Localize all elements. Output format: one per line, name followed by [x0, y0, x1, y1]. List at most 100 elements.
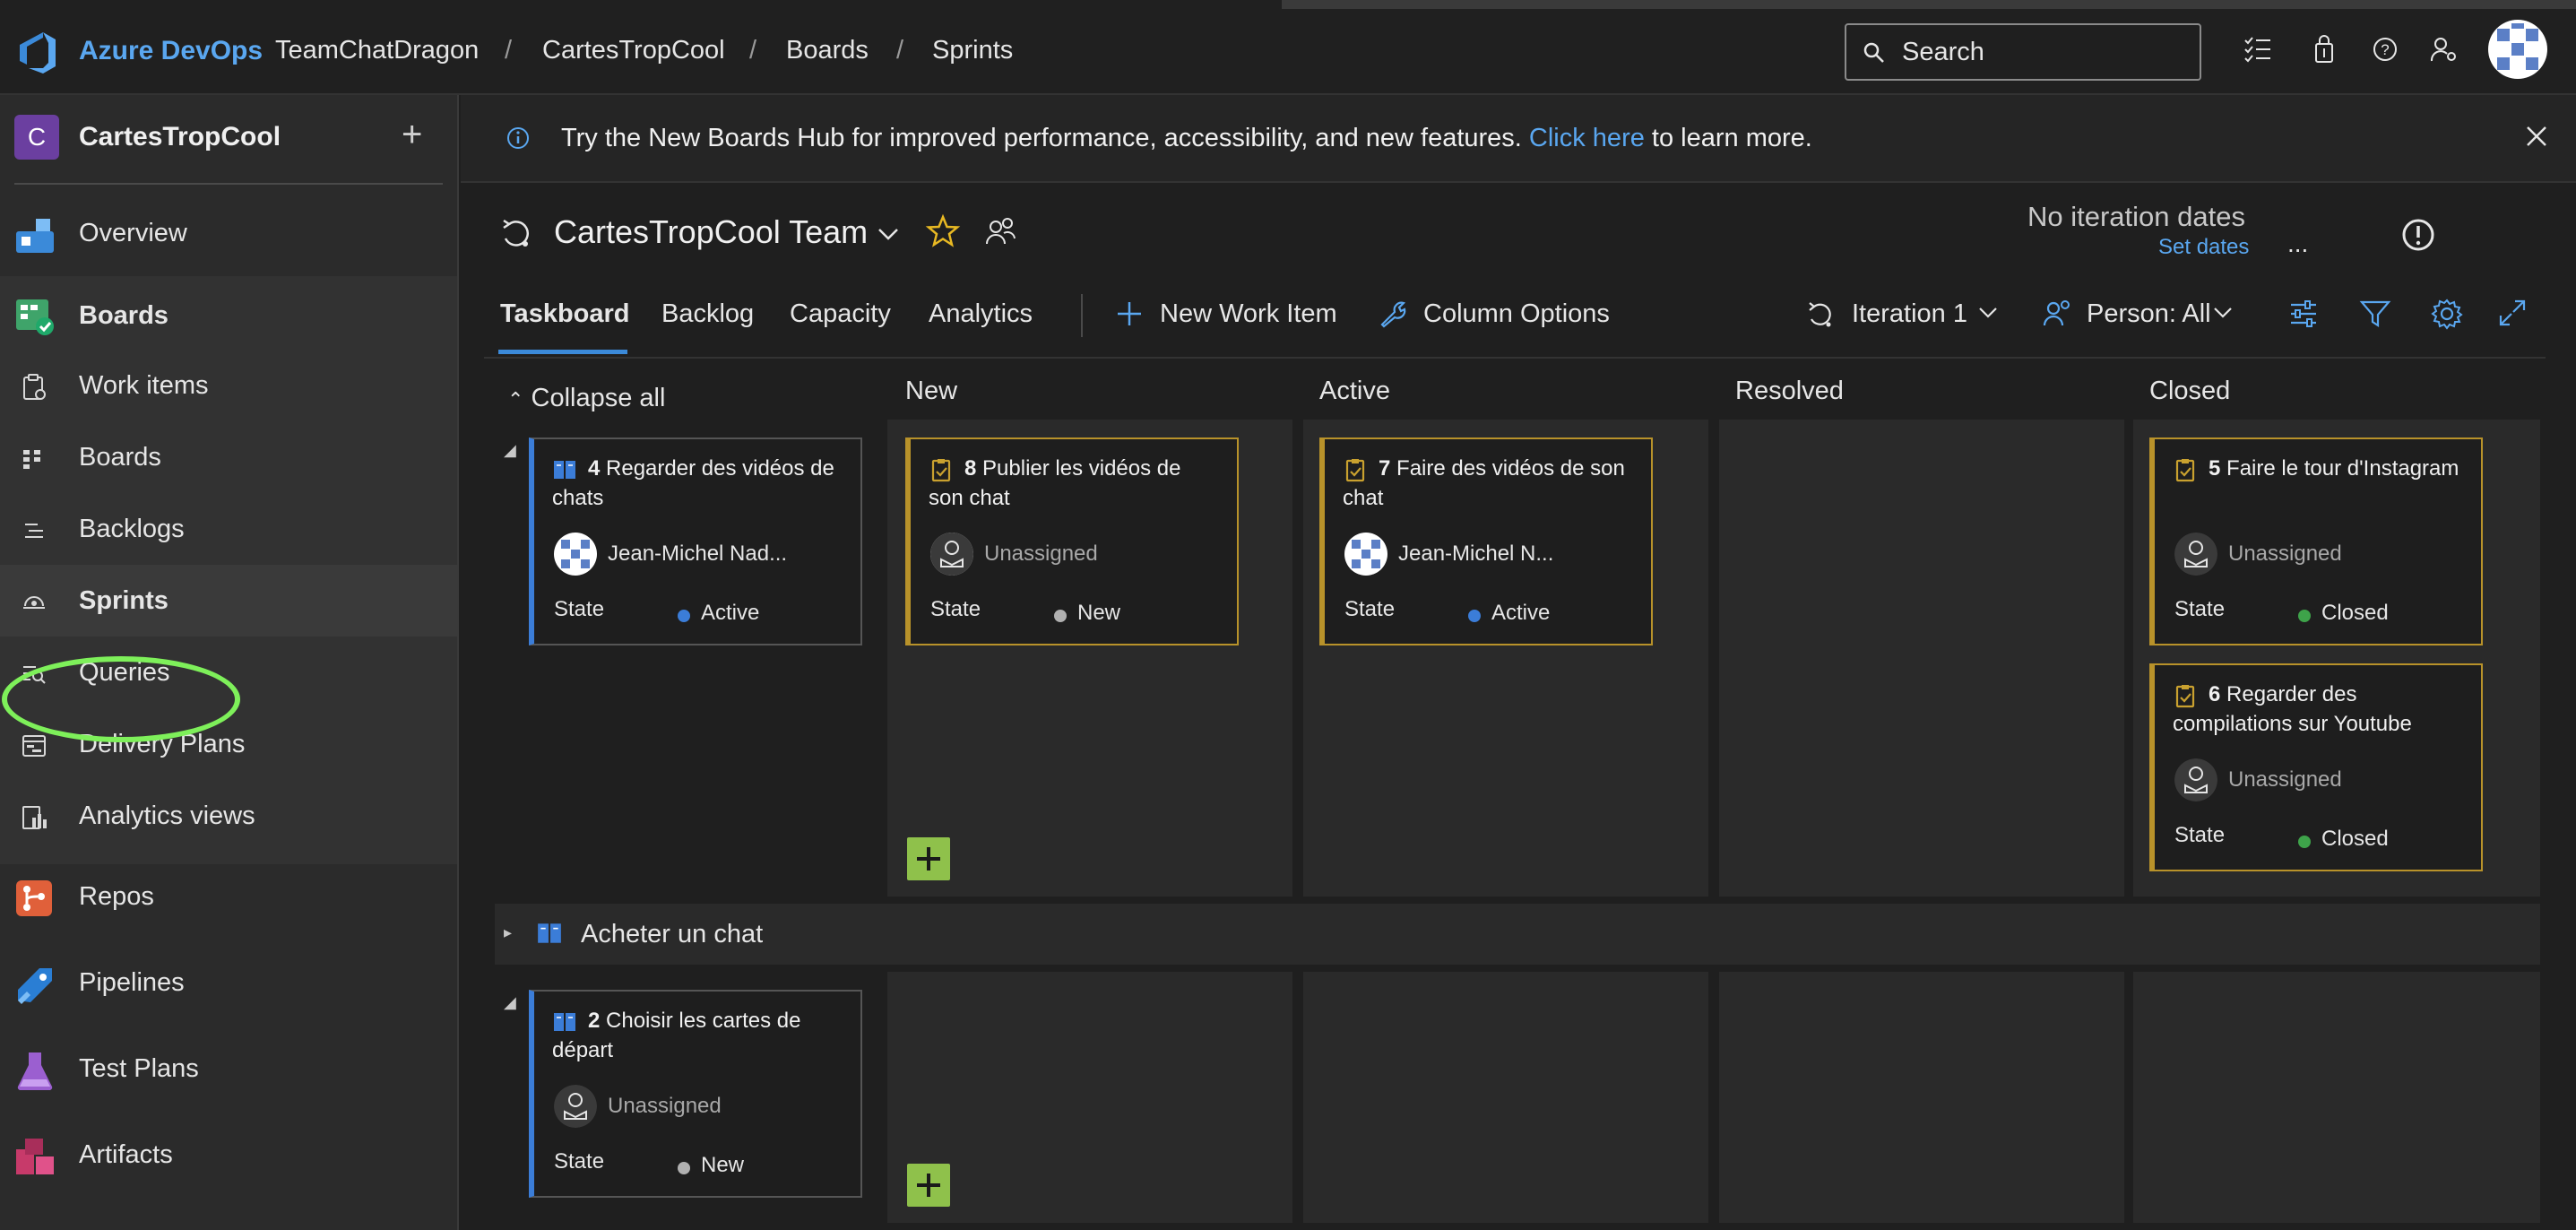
tab-analytics[interactable]: Analytics	[929, 299, 1033, 329]
help-icon[interactable]: ?	[2370, 34, 2400, 65]
unassigned-avatar-icon	[2174, 758, 2217, 801]
boards-sub-icon	[23, 450, 40, 469]
sidebar-item-queries[interactable]: Queries	[0, 637, 457, 708]
card-title[interactable]: 5 Faire le tour d'Instagram	[2173, 454, 2459, 483]
work-item-card[interactable]: 2 Choisir les cartes de départ Unassigne…	[529, 990, 862, 1198]
iteration-icon	[503, 219, 529, 247]
card-title[interactable]: 2 Choisir les cartes de départ	[552, 1006, 839, 1065]
divider	[484, 357, 2546, 359]
checklist-icon[interactable]	[2243, 34, 2273, 65]
close-icon[interactable]	[2524, 124, 2549, 149]
chevron-down-icon[interactable]	[1977, 305, 1999, 321]
card-state-label: State	[1344, 597, 1396, 621]
sidebar-item-label: Pipelines	[79, 968, 185, 997]
person-filter[interactable]: Person: All	[2087, 299, 2211, 329]
work-items-icon	[23, 374, 46, 400]
card-state-value[interactable]: Active	[1491, 601, 1550, 626]
sidebar-item-label: Artifacts	[79, 1140, 173, 1169]
sidebar-item-artifacts[interactable]: Artifacts	[0, 1119, 457, 1191]
project-name[interactable]: CartesTropCool	[79, 122, 281, 152]
set-dates-link[interactable]: Set dates	[2158, 235, 2249, 260]
card-state-value[interactable]: Closed	[2321, 827, 2389, 852]
card-assignee[interactable]: Jean-Michel Nad...	[608, 541, 787, 567]
project-badge[interactable]: C	[14, 115, 59, 160]
sidebar-item-work-items[interactable]: Work items	[0, 350, 457, 421]
board-cell	[1303, 972, 1708, 1223]
card-title[interactable]: 7 Faire des vidéos de son chat	[1343, 454, 1629, 513]
sidebar-item-sprints[interactable]: Sprints	[0, 565, 457, 637]
collapse-all-button[interactable]: ⌃ Collapse all	[507, 384, 665, 413]
sidebar-item-backlogs[interactable]: Backlogs	[0, 493, 457, 565]
shopping-bag-icon[interactable]	[2309, 34, 2339, 65]
sidebar-item-overview[interactable]: Overview	[0, 197, 457, 269]
breadcrumb-boards[interactable]: Boards	[786, 36, 869, 65]
breadcrumb-sprints[interactable]: Sprints	[932, 36, 1013, 65]
add-project-button[interactable]: +	[402, 115, 422, 155]
user-settings-icon[interactable]	[2429, 34, 2459, 65]
state-dot-closed	[2298, 836, 2311, 848]
work-item-card[interactable]: 6 Regarder des compilations sur Youtube …	[2149, 663, 2483, 871]
card-state-value[interactable]: Active	[701, 601, 759, 626]
sidebar-item-label: Work items	[79, 371, 209, 400]
sidebar-item-pipelines[interactable]: Pipelines	[0, 947, 457, 1018]
row-collapse-toggle[interactable]: ◢	[504, 993, 516, 1012]
team-name[interactable]: CartesTropCool Team	[554, 213, 868, 251]
divider	[14, 183, 443, 185]
collapsed-backlog-row[interactable]: ▸ Acheter un chat	[495, 904, 2540, 965]
search-input[interactable]	[1902, 34, 2189, 70]
artifacts-icon	[16, 1139, 54, 1174]
breadcrumb-separator: /	[896, 36, 904, 65]
search-box[interactable]	[1845, 23, 2201, 81]
sidebar-item-boards-sub[interactable]: Boards	[0, 421, 457, 493]
row-expand-toggle[interactable]: ▸	[504, 923, 512, 942]
card-assignee[interactable]: Unassigned	[608, 1094, 722, 1119]
fullscreen-icon[interactable]	[2497, 298, 2528, 328]
favorite-star-icon[interactable]	[925, 213, 961, 249]
chevron-down-icon[interactable]	[2212, 305, 2234, 321]
card-assignee[interactable]: Unassigned	[2228, 767, 2342, 793]
sidebar-item-repos[interactable]: Repos	[0, 861, 457, 932]
column-options-button[interactable]: Column Options	[1423, 299, 1610, 329]
alert-icon[interactable]	[2400, 217, 2436, 253]
tab-capacity[interactable]: Capacity	[790, 299, 891, 329]
iteration-selector[interactable]: Iteration 1	[1852, 299, 1967, 329]
chevron-down-icon[interactable]	[877, 226, 900, 242]
card-state-value[interactable]: New	[701, 1153, 744, 1178]
breadcrumb-project[interactable]: CartesTropCool	[542, 36, 725, 65]
sidebar-item-boards[interactable]: Boards	[0, 280, 457, 351]
azure-devops-logo-icon[interactable]	[16, 32, 59, 74]
card-state-value[interactable]: Closed	[2321, 601, 2389, 626]
sidebar-item-test-plans[interactable]: Test Plans	[0, 1033, 457, 1104]
work-item-card[interactable]: 5 Faire le tour d'Instagram Unassigned S…	[2149, 437, 2483, 645]
card-title[interactable]: 4 Regarder des vidéos de chats	[552, 454, 839, 513]
card-state-value[interactable]: New	[1077, 601, 1120, 626]
more-options-button[interactable]: ...	[2287, 230, 2308, 258]
test-plans-icon	[17, 1052, 53, 1090]
card-title[interactable]: 6 Regarder des compilations sur Youtube	[2173, 680, 2459, 739]
card-assignee[interactable]: Unassigned	[2228, 541, 2342, 567]
work-item-card[interactable]: 4 Regarder des vidéos de chats Jean-Mich…	[529, 437, 862, 645]
work-item-card[interactable]: 7 Faire des vidéos de son chat Jean-Mich…	[1319, 437, 1653, 645]
row-collapse-toggle[interactable]: ◢	[504, 441, 516, 460]
add-task-button[interactable]	[907, 837, 950, 880]
loading-strip	[1282, 0, 2576, 9]
card-assignee[interactable]: Unassigned	[984, 541, 1098, 567]
user-avatar[interactable]	[2488, 20, 2547, 79]
card-title[interactable]: 8 Publier les vidéos de son chat	[929, 454, 1215, 513]
card-id: 8	[964, 456, 977, 481]
tab-taskboard[interactable]: Taskboard	[500, 299, 630, 329]
work-item-card[interactable]: 8 Publier les vidéos de son chat Unassig…	[905, 437, 1239, 645]
brand-name[interactable]: Azure DevOps	[79, 36, 263, 66]
gear-icon[interactable]	[2431, 298, 2463, 330]
sidebar-item-analytics-views[interactable]: Analytics views	[0, 780, 457, 852]
new-work-item-button[interactable]: New Work Item	[1160, 299, 1337, 329]
team-members-icon[interactable]	[984, 215, 1016, 247]
card-assignee[interactable]: Jean-Michel N...	[1398, 541, 1553, 567]
settings-sliders-icon[interactable]	[2287, 298, 2320, 330]
banner-link[interactable]: Click here	[1529, 124, 1645, 152]
breadcrumb-org[interactable]: TeamChatDragon	[275, 36, 479, 65]
filter-icon[interactable]	[2359, 298, 2391, 330]
add-task-button[interactable]	[907, 1164, 950, 1207]
sidebar-item-delivery-plans[interactable]: Delivery Plans	[0, 708, 457, 780]
tab-backlog[interactable]: Backlog	[661, 299, 754, 329]
